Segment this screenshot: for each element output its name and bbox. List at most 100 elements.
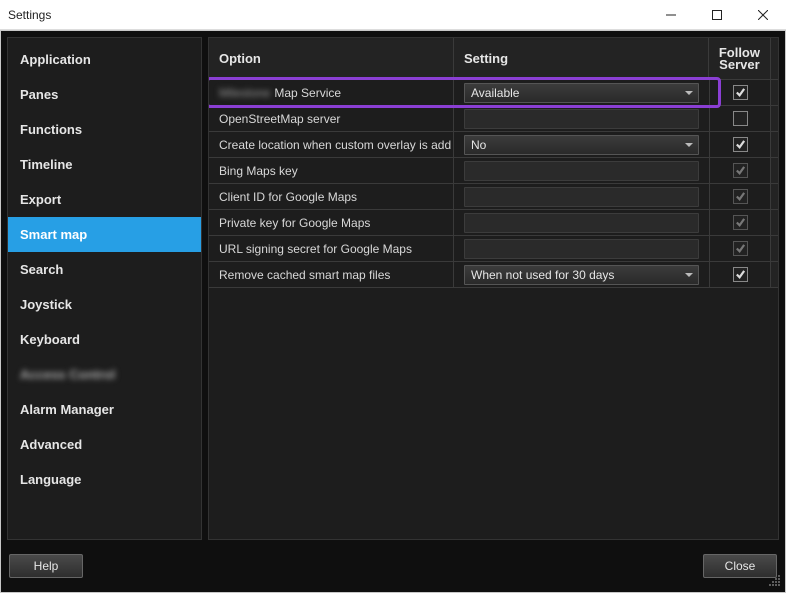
blurred-text: Milestone bbox=[219, 86, 274, 100]
settings-row: MilestoneMap Service Available bbox=[209, 80, 778, 106]
sidebar-item-smart-map[interactable]: Smart map bbox=[8, 217, 201, 252]
sidebar-item-label: Timeline bbox=[20, 157, 73, 172]
resize-grip-icon[interactable] bbox=[767, 574, 781, 588]
header-spacer bbox=[770, 38, 778, 79]
setting-cell: No bbox=[454, 132, 710, 157]
sidebar-item-label: Joystick bbox=[20, 297, 72, 312]
option-text: Create location when custom overlay is a… bbox=[219, 138, 451, 152]
sidebar-item-timeline[interactable]: Timeline bbox=[8, 147, 201, 182]
setting-cell bbox=[454, 210, 710, 235]
settings-row: Remove cached smart map files When not us… bbox=[209, 262, 778, 288]
sidebar-item-panes[interactable]: Panes bbox=[8, 77, 201, 112]
row-spacer bbox=[770, 132, 778, 157]
follow-server-cell bbox=[710, 262, 770, 287]
follow-server-checkbox[interactable] bbox=[733, 85, 748, 100]
setting-dropdown[interactable]: When not used for 30 days bbox=[464, 265, 699, 285]
sidebar-item-language[interactable]: Language bbox=[8, 462, 201, 497]
setting-cell: When not used for 30 days bbox=[454, 262, 710, 287]
follow-server-cell bbox=[710, 184, 770, 209]
setting-dropdown[interactable]: Available bbox=[464, 83, 699, 103]
grid-header: Option Setting Follow Server bbox=[209, 38, 778, 80]
settings-row: Create location when custom overlay is a… bbox=[209, 132, 778, 158]
minimize-button[interactable] bbox=[648, 0, 694, 30]
nav-sidebar: ApplicationPanesFunctionsTimelineExportS… bbox=[7, 37, 202, 540]
setting-cell bbox=[454, 158, 710, 183]
sidebar-item-keyboard[interactable]: Keyboard bbox=[8, 322, 201, 357]
option-label: Remove cached smart map files bbox=[209, 262, 454, 287]
sidebar-item-functions[interactable]: Functions bbox=[8, 112, 201, 147]
sidebar-item-label: Access Control bbox=[20, 367, 115, 382]
setting-cell bbox=[454, 236, 710, 261]
header-follow-server: Follow Server bbox=[709, 38, 770, 79]
option-text: URL signing secret for Google Maps bbox=[219, 242, 412, 256]
settings-row: Private key for Google Maps bbox=[209, 210, 778, 236]
option-text: Bing Maps key bbox=[219, 164, 298, 178]
sidebar-item-export[interactable]: Export bbox=[8, 182, 201, 217]
row-spacer bbox=[770, 210, 778, 235]
option-text: Client ID for Google Maps bbox=[219, 190, 357, 204]
follow-server-checkbox[interactable] bbox=[733, 267, 748, 282]
follow-server-cell bbox=[710, 158, 770, 183]
setting-textfield[interactable] bbox=[464, 187, 699, 207]
follow-server-cell bbox=[710, 210, 770, 235]
close-window-button[interactable] bbox=[740, 0, 786, 30]
row-spacer bbox=[770, 80, 778, 105]
sidebar-item-label: Search bbox=[20, 262, 63, 277]
follow-server-cell bbox=[710, 106, 770, 131]
option-text: Map Service bbox=[274, 86, 341, 100]
sidebar-item-label: Alarm Manager bbox=[20, 402, 114, 417]
setting-cell bbox=[454, 106, 710, 131]
option-label: MilestoneMap Service bbox=[209, 80, 454, 105]
follow-server-checkbox[interactable] bbox=[733, 137, 748, 152]
sidebar-item-advanced[interactable]: Advanced bbox=[8, 427, 201, 462]
sidebar-item-label: Keyboard bbox=[20, 332, 80, 347]
sidebar-item-label: Advanced bbox=[20, 437, 82, 452]
follow-server-checkbox[interactable] bbox=[733, 111, 748, 126]
sidebar-item-joystick[interactable]: Joystick bbox=[8, 287, 201, 322]
option-label: URL signing secret for Google Maps bbox=[209, 236, 454, 261]
follow-server-cell bbox=[710, 236, 770, 261]
row-spacer bbox=[770, 106, 778, 131]
option-text: Remove cached smart map files bbox=[219, 268, 390, 282]
row-spacer bbox=[770, 236, 778, 261]
help-button[interactable]: Help bbox=[9, 554, 83, 578]
option-text: OpenStreetMap server bbox=[219, 112, 340, 126]
settings-row: Client ID for Google Maps bbox=[209, 184, 778, 210]
maximize-button[interactable] bbox=[694, 0, 740, 30]
option-label: Create location when custom overlay is a… bbox=[209, 132, 454, 157]
sidebar-item-label: Functions bbox=[20, 122, 82, 137]
option-text: Private key for Google Maps bbox=[219, 216, 370, 230]
window-title: Settings bbox=[8, 8, 51, 22]
header-follow-line2: Server bbox=[719, 59, 759, 71]
sidebar-item-label: Panes bbox=[20, 87, 58, 102]
setting-textfield[interactable] bbox=[464, 109, 699, 129]
close-button[interactable]: Close bbox=[703, 554, 777, 578]
option-label: Client ID for Google Maps bbox=[209, 184, 454, 209]
titlebar: Settings bbox=[0, 0, 786, 30]
sidebar-item-application[interactable]: Application bbox=[8, 42, 201, 77]
settings-row: URL signing secret for Google Maps bbox=[209, 236, 778, 262]
grid-filler bbox=[209, 288, 778, 539]
row-spacer bbox=[770, 184, 778, 209]
footer: Help Close bbox=[7, 546, 779, 586]
setting-cell bbox=[454, 184, 710, 209]
sidebar-item-alarm-manager[interactable]: Alarm Manager bbox=[8, 392, 201, 427]
setting-textfield[interactable] bbox=[464, 213, 699, 233]
follow-server-cell bbox=[710, 132, 770, 157]
header-setting: Setting bbox=[454, 38, 709, 79]
settings-row: OpenStreetMap server bbox=[209, 106, 778, 132]
follow-server-checkbox bbox=[733, 241, 748, 256]
setting-textfield[interactable] bbox=[464, 161, 699, 181]
row-spacer bbox=[770, 158, 778, 183]
follow-server-checkbox bbox=[733, 215, 748, 230]
row-spacer bbox=[770, 262, 778, 287]
follow-server-checkbox bbox=[733, 163, 748, 178]
sidebar-item-search[interactable]: Search bbox=[8, 252, 201, 287]
setting-textfield[interactable] bbox=[464, 239, 699, 259]
header-option: Option bbox=[209, 38, 454, 79]
grid-rows: MilestoneMap Service Available OpenStreetM… bbox=[209, 80, 778, 288]
sidebar-item-label: Application bbox=[20, 52, 91, 67]
option-label: Bing Maps key bbox=[209, 158, 454, 183]
sidebar-item-access-control[interactable]: Access Control bbox=[8, 357, 201, 392]
setting-dropdown[interactable]: No bbox=[464, 135, 699, 155]
